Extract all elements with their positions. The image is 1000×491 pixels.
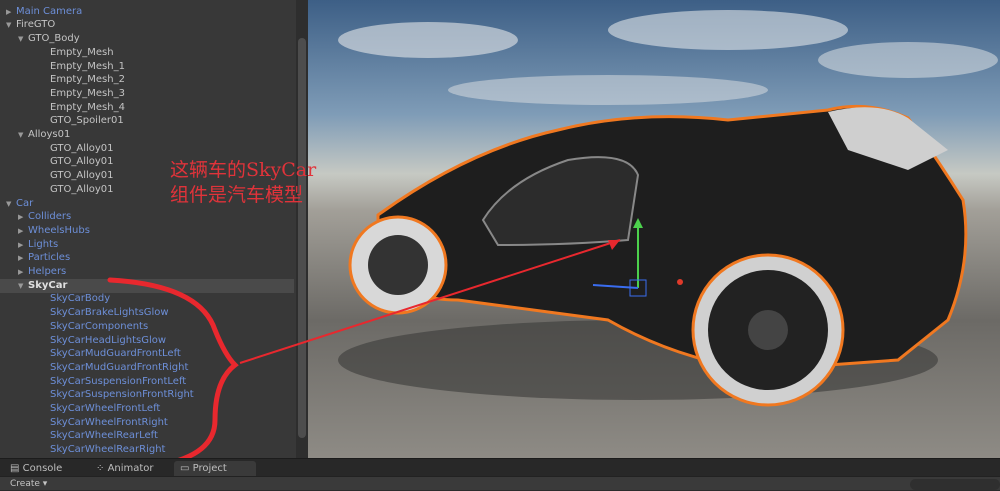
annotation-text: 这辆车的SkyCar 组件是汽车模型 <box>170 158 316 208</box>
red-arrow-head <box>608 240 620 250</box>
tab-animator[interactable]: ⁘ Animator <box>90 461 170 477</box>
annotation-line-1: 这辆车的SkyCar <box>170 159 317 181</box>
tab-console[interactable]: ▤ Console <box>4 461 84 477</box>
red-arrow-line <box>239 239 621 364</box>
tab-project-label: Project <box>192 463 227 474</box>
project-toolbar: Create ▾ <box>0 476 1000 490</box>
tab-project[interactable]: ▭ Project <box>174 461 256 477</box>
tab-console-label: Console <box>22 463 63 474</box>
red-brace-mark <box>107 277 239 468</box>
bottom-tab-bar: ▤ Console ⁘ Animator ▭ Project <box>0 458 1000 477</box>
annotation-marks <box>107 239 621 468</box>
create-dropdown[interactable]: Create ▾ <box>10 477 47 491</box>
annotation-line-2: 组件是汽车模型 <box>170 184 304 206</box>
search-input[interactable] <box>910 479 1000 490</box>
tab-animator-label: Animator <box>107 463 154 474</box>
